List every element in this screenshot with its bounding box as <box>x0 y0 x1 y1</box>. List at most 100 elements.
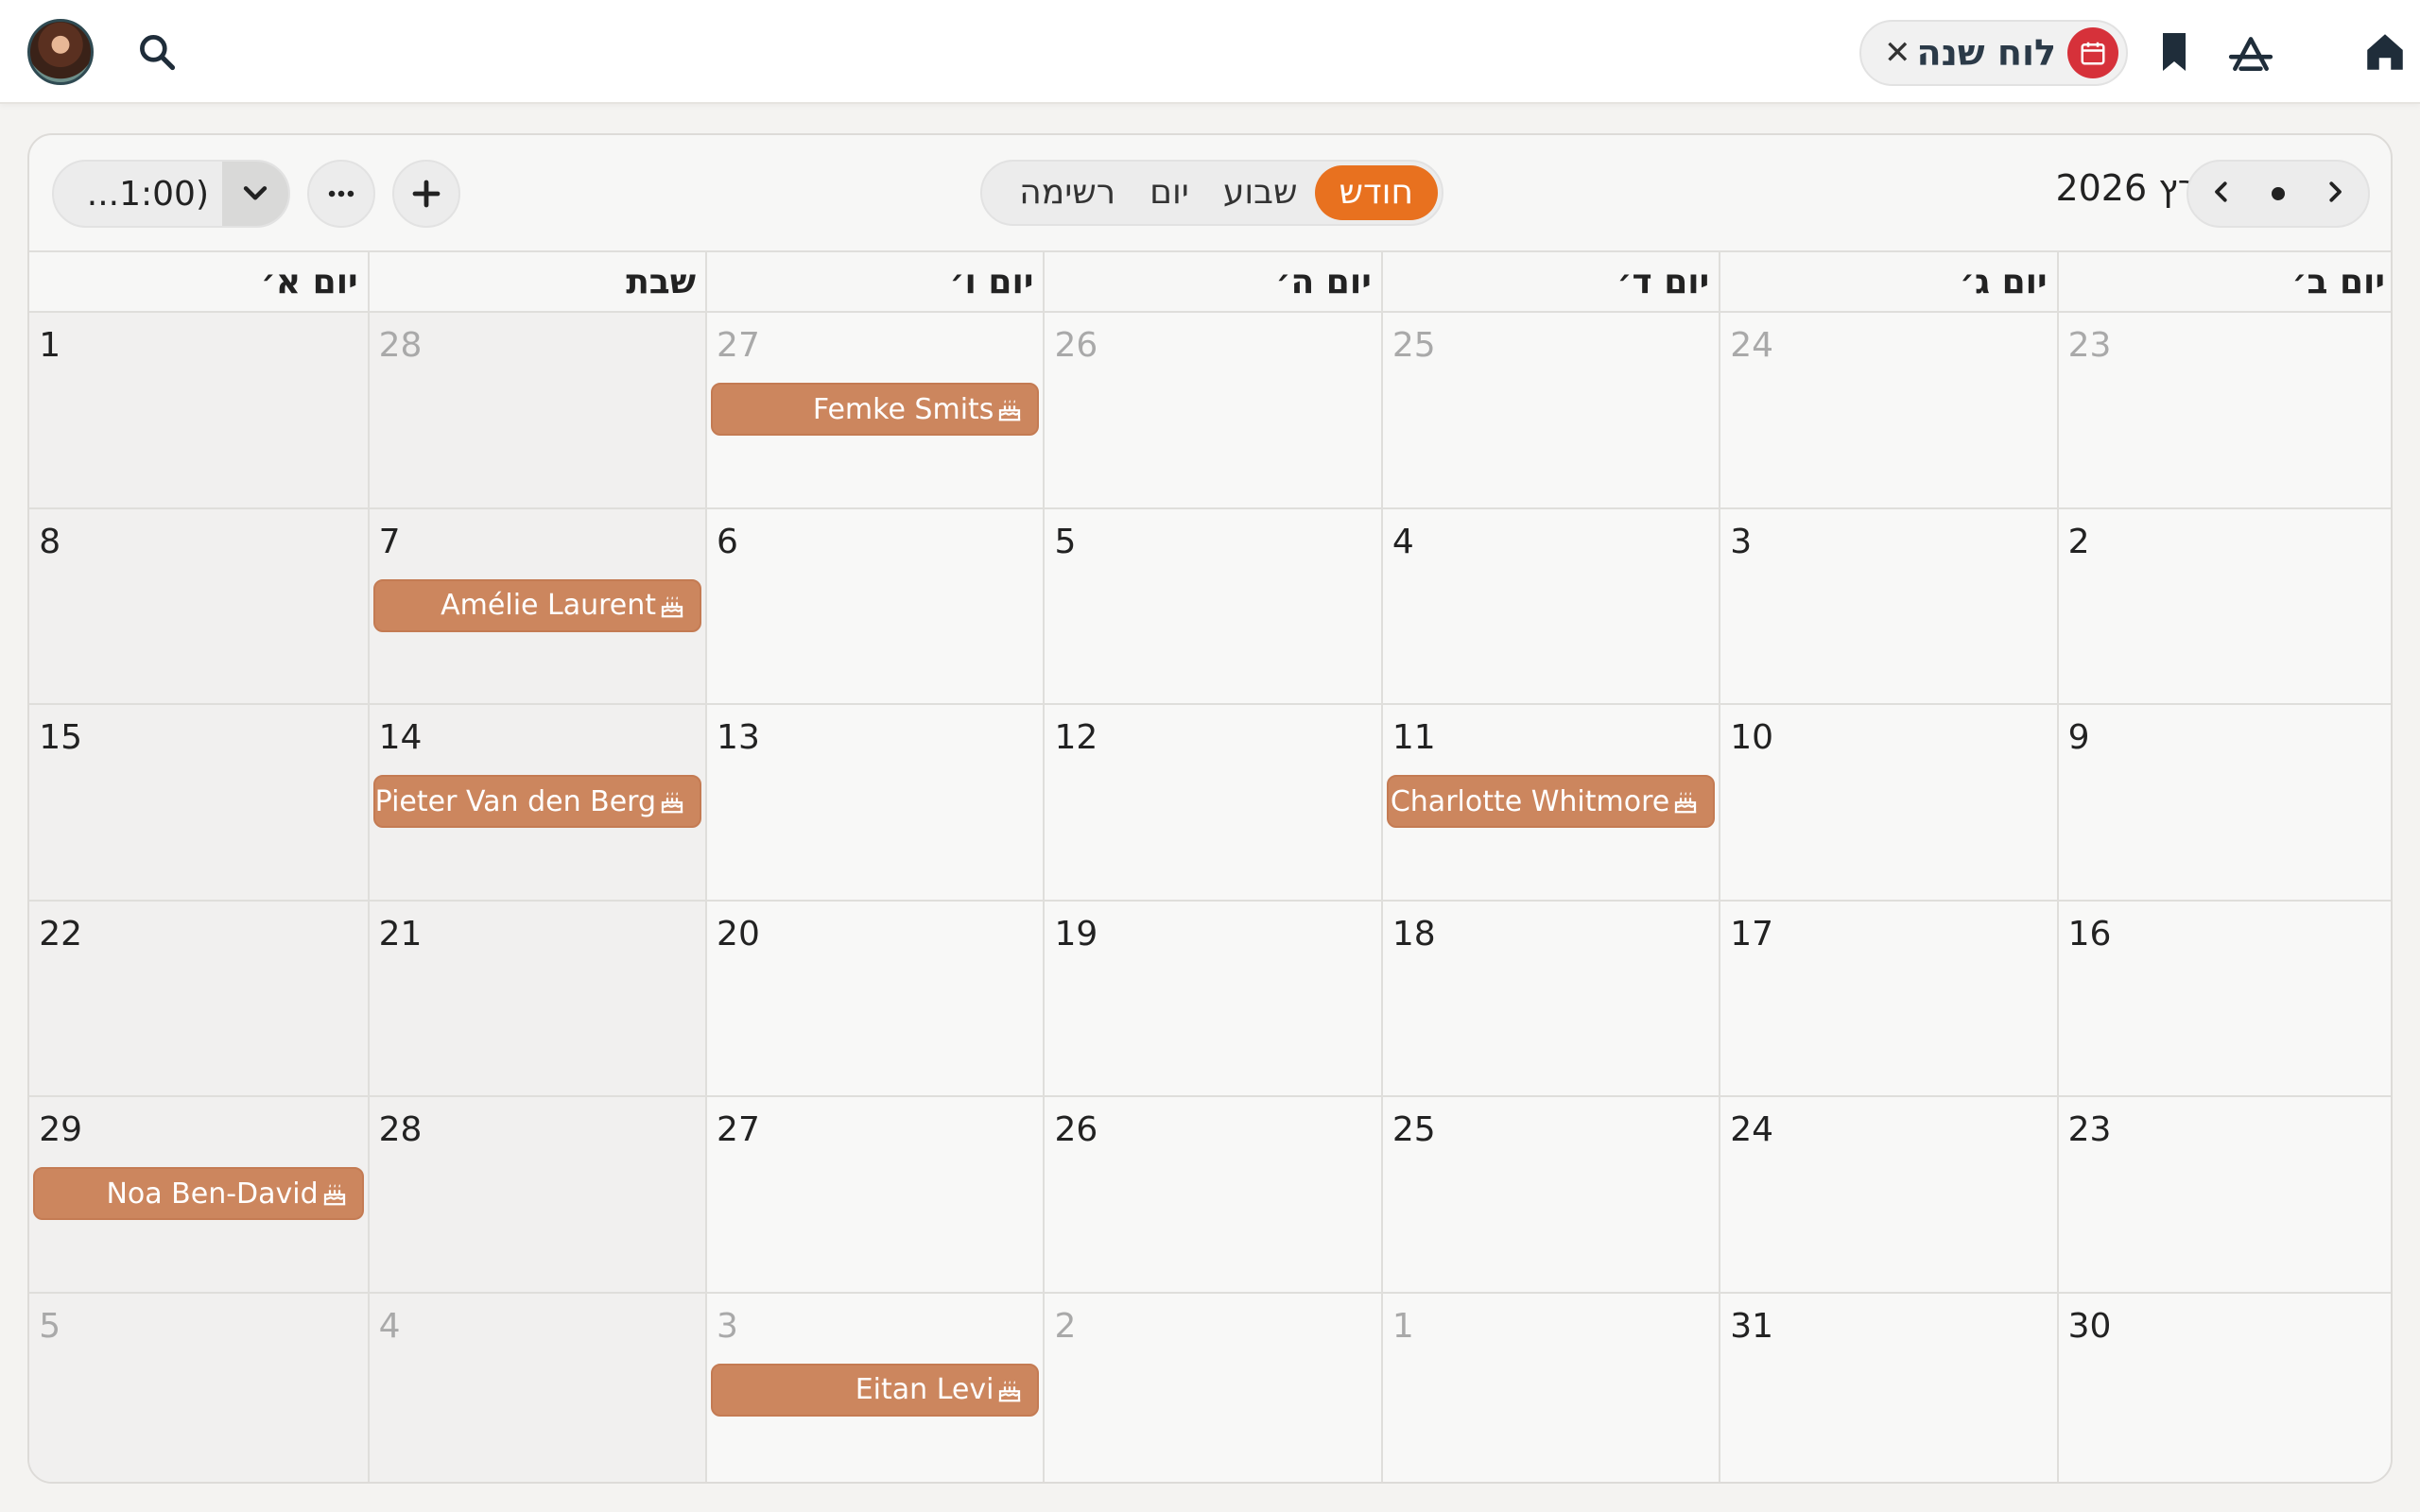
day-cell[interactable]: 26 <box>1043 313 1381 507</box>
view-tab[interactable]: רשימה <box>1002 165 1132 220</box>
day-cell[interactable]: 4 <box>1380 508 1720 703</box>
day-cell[interactable]: 19 <box>1043 901 1381 1095</box>
day-number: 25 <box>1392 326 1436 365</box>
event-title: Femke Smits <box>812 392 994 426</box>
day-cell[interactable]: 28 <box>367 313 706 507</box>
birthday-cake-icon <box>658 592 686 620</box>
day-cell[interactable]: 27 Femke Smits <box>705 313 1044 507</box>
birthday-event[interactable]: Femke Smits <box>711 383 1040 436</box>
day-cell[interactable]: 23 <box>2056 1097 2391 1292</box>
search-icon[interactable] <box>136 31 178 73</box>
day-cell[interactable]: 2 <box>2056 508 2391 703</box>
day-cell[interactable]: 25 <box>1380 313 1720 507</box>
day-cell[interactable]: 24 <box>1719 1097 2057 1292</box>
event-title: Pieter Van den Berg <box>374 784 657 818</box>
day-number: 31 <box>1730 1306 1774 1346</box>
chevron-left-icon[interactable] <box>2207 178 2236 210</box>
today-button[interactable] <box>2272 187 2285 200</box>
day-cell[interactable]: 10 <box>1719 705 2057 900</box>
tab-calendar[interactable]: לוח שנה ✕ <box>1859 20 2128 86</box>
day-number: 1 <box>1392 1306 1414 1346</box>
calendar-icon <box>2067 27 2118 78</box>
day-cell[interactable]: 7 Amélie Laurent <box>367 508 706 703</box>
day-cell[interactable]: 4 <box>367 1293 706 1482</box>
event-title: Eitan Levi <box>855 1373 994 1406</box>
close-icon[interactable]: ✕ <box>1884 34 1911 72</box>
day-cell[interactable]: 23 <box>2056 313 2391 507</box>
day-cell[interactable]: 16 <box>2056 901 2391 1095</box>
day-number: 17 <box>1730 914 1774 954</box>
view-tab[interactable]: חודש <box>1314 165 1438 220</box>
day-number: 26 <box>1054 326 1098 365</box>
birthday-event[interactable]: Pieter Van den Berg <box>372 775 702 828</box>
day-number: 10 <box>1730 718 1774 757</box>
day-cell[interactable]: 28 <box>367 1097 706 1292</box>
apps-icon[interactable] <box>2227 29 2274 77</box>
day-cell[interactable]: 25 <box>1380 1097 1720 1292</box>
birthday-event[interactable]: Noa Ben-David <box>33 1167 364 1220</box>
day-number: 24 <box>1730 326 1774 365</box>
top-bar: לוח שנה ✕ <box>0 0 2420 104</box>
avatar[interactable] <box>27 19 94 85</box>
chevron-down-icon[interactable] <box>222 162 288 226</box>
day-number: 11 <box>1392 718 1436 757</box>
day-number: 22 <box>39 914 83 954</box>
day-cell[interactable]: 18 <box>1380 901 1720 1095</box>
day-number: 2 <box>2067 522 2090 561</box>
day-number: 5 <box>39 1306 61 1346</box>
day-number: 8 <box>39 522 61 561</box>
day-cell[interactable]: 13 <box>705 705 1044 900</box>
bookmark-icon[interactable] <box>2155 29 2193 75</box>
day-number: 26 <box>1054 1110 1098 1149</box>
day-number: 29 <box>39 1110 83 1149</box>
day-cell[interactable]: 3 <box>1719 508 2057 703</box>
more-button[interactable] <box>307 160 375 228</box>
weekday-label: יום ה׳ <box>1043 252 1380 313</box>
day-cell[interactable]: 1 <box>29 313 368 507</box>
day-number: 6 <box>717 522 738 561</box>
day-cell[interactable]: 5 <box>1043 508 1381 703</box>
day-cell[interactable]: 27 <box>705 1097 1044 1292</box>
day-cell[interactable]: 20 <box>705 901 1044 1095</box>
birthday-event[interactable]: Amélie Laurent <box>372 578 702 632</box>
day-cell[interactable]: 15 <box>29 705 368 900</box>
view-tab[interactable]: שבוע <box>1206 165 1315 220</box>
week-row: 30 31 1 2 3 Eitan Levi 4 5 <box>29 1293 2391 1482</box>
day-cell[interactable]: 5 <box>29 1293 368 1482</box>
day-cell[interactable]: 21 <box>367 901 706 1095</box>
day-number: 2 <box>1054 1306 1077 1346</box>
day-number: 15 <box>39 718 83 757</box>
day-cell[interactable]: 11 Charlotte Whitmore <box>1380 705 1720 900</box>
day-number: 4 <box>378 1306 401 1346</box>
weekday-label: יום ד׳ <box>1380 252 1719 313</box>
birthday-event[interactable]: Eitan Levi <box>711 1363 1040 1417</box>
view-select[interactable]: (1:00... <box>52 160 290 228</box>
day-cell[interactable]: 6 <box>705 508 1044 703</box>
day-cell[interactable]: 8 <box>29 508 368 703</box>
day-cell[interactable]: 12 <box>1043 705 1381 900</box>
day-number: 14 <box>378 718 423 757</box>
day-cell[interactable]: 9 <box>2056 705 2391 900</box>
day-cell[interactable]: 31 <box>1719 1293 2057 1482</box>
chevron-right-icon[interactable] <box>2321 178 2349 210</box>
day-cell[interactable]: 24 <box>1719 313 2057 507</box>
home-icon[interactable] <box>2361 28 2409 76</box>
event-title: Noa Ben-David <box>106 1177 319 1211</box>
day-cell[interactable]: 1 <box>1380 1293 1720 1482</box>
day-cell[interactable]: 22 <box>29 901 368 1095</box>
day-cell[interactable]: 2 <box>1043 1293 1381 1482</box>
day-cell[interactable]: 3 Eitan Levi <box>705 1293 1044 1482</box>
day-cell[interactable]: 26 <box>1043 1097 1381 1292</box>
day-cell[interactable]: 29 Noa Ben-David <box>29 1097 368 1292</box>
day-cell[interactable]: 14 Pieter Van den Berg <box>367 705 706 900</box>
weekday-label: יום ג׳ <box>1719 252 2056 313</box>
day-cell[interactable]: 30 <box>2056 1293 2391 1482</box>
view-switcher: חודש שבוע יום רשימה <box>980 160 1443 226</box>
view-tab[interactable]: יום <box>1132 165 1206 220</box>
day-cell[interactable]: 17 <box>1719 901 2057 1095</box>
day-number: 27 <box>717 326 760 365</box>
birthday-event[interactable]: Charlotte Whitmore <box>1386 775 1716 828</box>
birthday-cake-icon <box>320 1179 349 1208</box>
week-row: 23 24 25 26 27 Femke Smits 28 1 <box>29 313 2391 509</box>
add-event-button[interactable] <box>392 160 460 228</box>
